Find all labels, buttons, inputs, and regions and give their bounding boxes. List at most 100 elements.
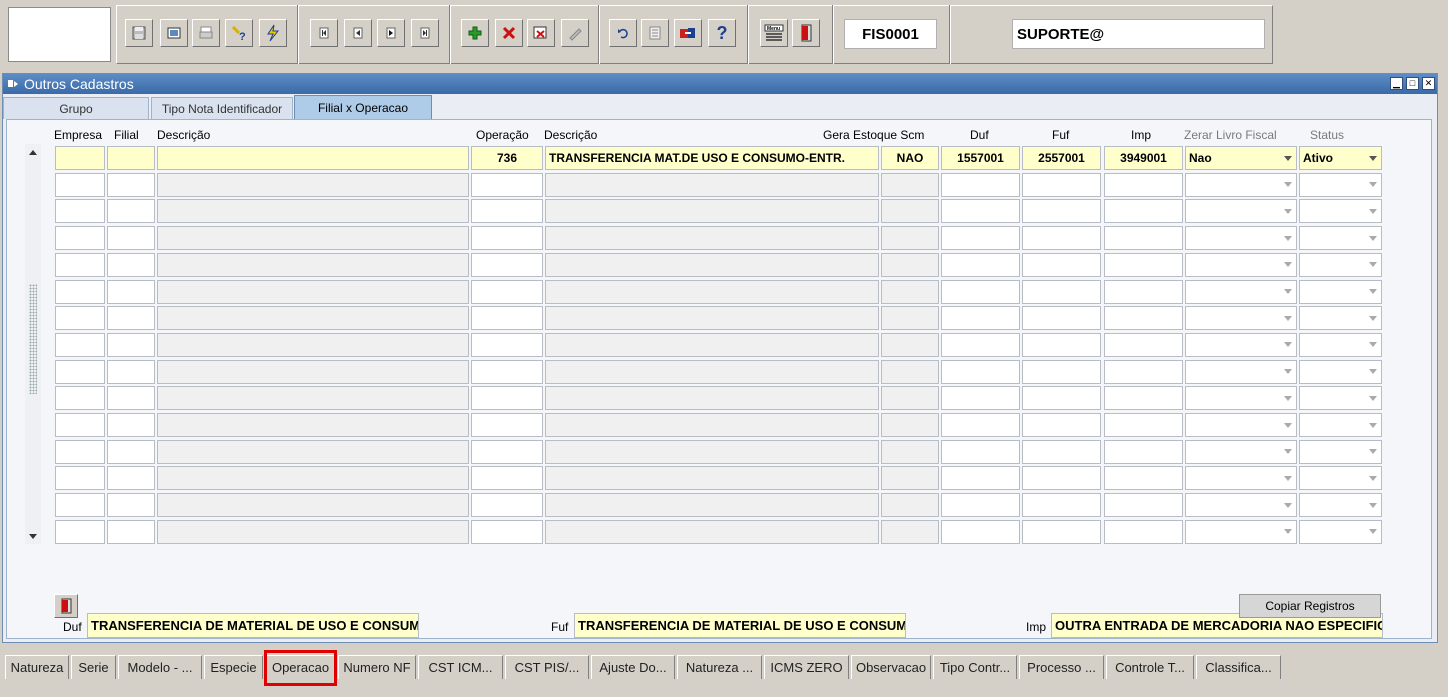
chevron-down-icon[interactable] — [1282, 526, 1294, 538]
cell-empresa[interactable] — [55, 466, 105, 491]
cell-gera-estoque[interactable] — [881, 226, 939, 251]
cell-gera-estoque[interactable] — [881, 199, 939, 224]
help-icon[interactable]: ? — [708, 19, 736, 47]
cell-descricao2[interactable] — [545, 413, 879, 437]
bottom-tab-cst-pis[interactable]: CST PIS/... — [505, 655, 589, 679]
cell-gera-estoque[interactable] — [881, 252, 939, 277]
chevron-down-icon[interactable] — [1282, 232, 1294, 244]
chevron-down-icon[interactable] — [1282, 259, 1294, 271]
bottom-tab-serie[interactable]: Serie — [71, 655, 116, 679]
bottom-tab-numero-nf[interactable]: Numero NF — [338, 655, 416, 679]
cell-empresa[interactable] — [55, 519, 105, 544]
cell-duf[interactable] — [941, 306, 1020, 331]
first-record-icon[interactable] — [310, 19, 338, 47]
cell-imp[interactable] — [1104, 252, 1183, 277]
cell-duf[interactable] — [941, 493, 1020, 518]
chevron-down-icon[interactable] — [1282, 446, 1294, 458]
cell-filial[interactable] — [107, 386, 155, 411]
cell-descricao1[interactable] — [157, 332, 469, 357]
cell-descricao1[interactable] — [157, 413, 469, 437]
cell-descricao1[interactable] — [157, 519, 469, 544]
cell-fuf[interactable] — [1022, 413, 1101, 437]
chevron-down-icon[interactable] — [1367, 499, 1379, 511]
cell-fuf[interactable] — [1022, 226, 1101, 251]
cell-status[interactable] — [1299, 332, 1382, 357]
cell-filial[interactable] — [107, 413, 155, 437]
cell-zerar[interactable] — [1185, 519, 1297, 544]
bottom-tab-classifica[interactable]: Classifica... — [1196, 655, 1281, 679]
cell-descricao2[interactable] — [545, 493, 879, 518]
cell-descricao1[interactable] — [157, 439, 469, 464]
chevron-down-icon[interactable] — [1282, 312, 1294, 324]
bottom-tab-processo[interactable]: Processo ... — [1019, 655, 1104, 679]
cell-status[interactable] — [1299, 279, 1382, 304]
cell-descricao2[interactable] — [545, 306, 879, 331]
cell-imp[interactable] — [1104, 199, 1183, 224]
cell-descricao2[interactable] — [545, 199, 879, 224]
duplicate-record-icon[interactable] — [527, 19, 555, 47]
delete-record-icon[interactable] — [495, 19, 523, 47]
chevron-down-icon[interactable] — [1367, 179, 1379, 191]
bottom-tab-icms-zero[interactable]: ICMS ZERO — [764, 655, 849, 679]
cell-empresa[interactable] — [55, 146, 105, 170]
chevron-down-icon[interactable] — [1282, 472, 1294, 484]
cell-duf[interactable] — [941, 519, 1020, 544]
list-icon[interactable] — [641, 19, 669, 47]
chevron-down-icon[interactable] — [1282, 152, 1294, 164]
cell-operacao[interactable] — [471, 199, 543, 224]
cell-filial[interactable] — [107, 439, 155, 464]
cell-imp[interactable] — [1104, 279, 1183, 304]
close-icon[interactable]: ✕ — [1422, 77, 1435, 90]
scroll-down-icon[interactable] — [25, 529, 41, 545]
chevron-down-icon[interactable] — [1282, 366, 1294, 378]
cell-imp[interactable] — [1104, 386, 1183, 411]
cell-descricao1[interactable] — [157, 226, 469, 251]
cell-status[interactable] — [1299, 519, 1382, 544]
cell-filial[interactable] — [107, 226, 155, 251]
bottom-tab-natureza[interactable]: Natureza ... — [677, 655, 762, 679]
cell-duf[interactable] — [941, 439, 1020, 464]
cell-fuf[interactable] — [1022, 279, 1101, 304]
cell-descricao1[interactable] — [157, 252, 469, 277]
bottom-tab-ajuste-do[interactable]: Ajuste Do... — [591, 655, 675, 679]
form-exit-button[interactable] — [54, 594, 78, 618]
chevron-down-icon[interactable] — [1282, 179, 1294, 191]
bottom-tab-natureza[interactable]: Natureza — [5, 655, 69, 679]
cell-operacao[interactable]: 736 — [471, 146, 543, 170]
cell-empresa[interactable] — [55, 359, 105, 384]
cell-status[interactable] — [1299, 466, 1382, 491]
cell-imp[interactable] — [1104, 332, 1183, 357]
grid-scrollbar[interactable] — [25, 144, 41, 544]
cell-zerar[interactable] — [1185, 306, 1297, 331]
tab-tipo-nota-identificador[interactable]: Tipo Nota Identificador — [151, 97, 293, 119]
cell-fuf[interactable] — [1022, 199, 1101, 224]
cell-empresa[interactable] — [55, 279, 105, 304]
cell-gera-estoque[interactable] — [881, 306, 939, 331]
execute-query-icon[interactable] — [259, 19, 287, 47]
cell-empresa[interactable] — [55, 306, 105, 331]
cell-duf[interactable] — [941, 252, 1020, 277]
cell-gera-estoque[interactable] — [881, 386, 939, 411]
cell-descricao2[interactable]: TRANSFERENCIA MAT.DE USO E CONSUMO-ENTR. — [545, 146, 879, 170]
cell-fuf[interactable] — [1022, 172, 1101, 197]
cell-gera-estoque[interactable] — [881, 413, 939, 437]
cell-filial[interactable] — [107, 493, 155, 518]
cell-zerar[interactable] — [1185, 439, 1297, 464]
cell-descricao1[interactable] — [157, 199, 469, 224]
bottom-tab-especie[interactable]: Especie — [204, 655, 263, 679]
cell-zerar[interactable] — [1185, 359, 1297, 384]
cell-operacao[interactable] — [471, 226, 543, 251]
cell-descricao2[interactable] — [545, 519, 879, 544]
bottom-tab-controle-t[interactable]: Controle T... — [1106, 655, 1194, 679]
cell-descricao1[interactable] — [157, 146, 469, 170]
cell-operacao[interactable] — [471, 359, 543, 384]
cell-duf[interactable]: 1557001 — [941, 146, 1020, 170]
cell-filial[interactable] — [107, 146, 155, 170]
cell-zerar[interactable] — [1185, 413, 1297, 437]
cell-filial[interactable] — [107, 519, 155, 544]
cell-status[interactable] — [1299, 199, 1382, 224]
chevron-down-icon[interactable] — [1367, 152, 1379, 164]
cell-operacao[interactable] — [471, 279, 543, 304]
cell-descricao1[interactable] — [157, 306, 469, 331]
cell-fuf[interactable] — [1022, 252, 1101, 277]
